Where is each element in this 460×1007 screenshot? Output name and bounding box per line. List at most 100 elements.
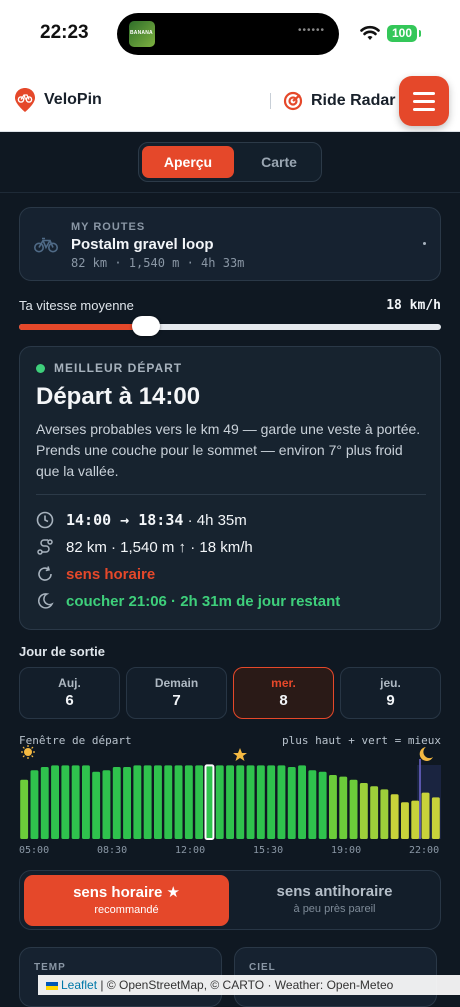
tab-carte[interactable]: Carte <box>233 146 325 178</box>
window-bar[interactable] <box>226 765 234 839</box>
sunset-row: coucher 21:06 · 2h 31m de jour restant <box>36 592 340 610</box>
speed-label: Ta vitesse moyenne <box>19 298 134 313</box>
sunset-moon-icon <box>419 747 433 761</box>
window-bar[interactable] <box>318 771 327 839</box>
day-number: 8 <box>279 692 288 709</box>
direction-toggle: sens horaire ★ recommandé sens antihorai… <box>19 870 441 930</box>
window-bar[interactable] <box>112 767 121 839</box>
window-bar[interactable] <box>277 765 286 839</box>
day-option-tomorrow[interactable]: Demain 7 <box>126 667 227 719</box>
selected-window-bar[interactable] <box>204 764 215 840</box>
best-start-kicker: MEILLEUR DÉPART <box>54 361 183 375</box>
window-bar[interactable] <box>359 783 368 839</box>
leaflet-link[interactable]: Leaflet <box>61 978 97 992</box>
day-option-thursday[interactable]: jeu. 9 <box>340 667 441 719</box>
day-option-today[interactable]: Auj. 6 <box>19 667 120 719</box>
window-bar[interactable] <box>30 770 39 839</box>
menu-icon-bar <box>413 92 435 95</box>
window-bar[interactable] <box>92 771 101 839</box>
window-bar[interactable] <box>380 789 389 839</box>
window-bar[interactable] <box>61 765 70 839</box>
map-attribution: Leaflet | © OpenStreetMap, © CARTO · Wea… <box>38 975 460 995</box>
window-bar[interactable] <box>40 767 49 839</box>
window-bar[interactable] <box>411 800 420 839</box>
route-path-icon <box>37 539 53 555</box>
window-bar[interactable] <box>431 797 440 839</box>
window-bar[interactable] <box>143 765 152 839</box>
window-bar[interactable] <box>349 779 358 839</box>
battery-icon: 100 <box>387 25 421 42</box>
time-row: 14:00 → 18:34 · 4h 35m <box>36 511 247 529</box>
route-selector[interactable]: MY ROUTES Postalm gravel loop 82 km · 1,… <box>19 207 441 281</box>
window-bar[interactable] <box>401 802 409 839</box>
clockwise-option[interactable]: sens horaire ★ recommandé <box>24 875 229 926</box>
view-switcher: Aperçu Carte <box>138 142 322 182</box>
window-bar[interactable] <box>339 776 348 839</box>
tick-label: 19:00 <box>331 845 362 856</box>
menu-icon-bar <box>413 100 435 103</box>
window-bar[interactable] <box>267 765 276 839</box>
speed-slider[interactable] <box>19 316 441 336</box>
window-bar[interactable] <box>215 765 224 839</box>
best-start-description: Averses probables vers le km 49 — garde … <box>36 421 421 479</box>
window-bar[interactable] <box>246 765 255 839</box>
dropdown-dot-icon <box>423 242 426 245</box>
window-bar[interactable] <box>298 765 306 839</box>
window-bar[interactable] <box>174 765 183 839</box>
window-bar[interactable] <box>256 765 265 839</box>
start-window-chart[interactable] <box>19 745 441 845</box>
window-bar[interactable] <box>133 765 142 839</box>
window-bar[interactable] <box>287 767 296 839</box>
window-bar[interactable] <box>329 775 337 839</box>
window-bar[interactable] <box>123 767 131 839</box>
brand-link[interactable]: VeloPin <box>14 87 102 113</box>
ride-duration: · 4h 35m <box>187 512 247 529</box>
tick-label: 05:00 <box>19 845 50 856</box>
day-number: 9 <box>386 692 395 709</box>
counterclockwise-subtitle: à peu près pareil <box>293 903 376 915</box>
best-time-star-icon <box>233 748 247 761</box>
window-bar[interactable] <box>154 765 162 839</box>
day-label: Demain <box>154 676 199 690</box>
tick-label: 15:30 <box>253 845 284 856</box>
counterclockwise-option[interactable]: sens antihoraire à peu près pareil <box>232 875 437 926</box>
start-end-times: 14:00 → 18:34 <box>66 511 184 529</box>
audio-dots-icon: •••••• <box>297 25 325 36</box>
thumbnail-text: BANANA <box>130 30 153 36</box>
window-bar[interactable] <box>184 765 193 839</box>
day-label: Auj. <box>58 676 81 690</box>
menu-icon-bar <box>413 108 435 111</box>
window-bar[interactable] <box>82 765 90 839</box>
tab-apercu[interactable]: Aperçu <box>142 146 234 178</box>
dynamic-island: BANANA •••••• <box>117 13 339 55</box>
wifi-icon <box>360 25 380 40</box>
day-number: 6 <box>65 692 74 709</box>
counterclockwise-title: sens antihoraire <box>276 883 393 900</box>
menu-button[interactable] <box>399 76 449 126</box>
sunrise-icon <box>21 745 35 759</box>
window-bar[interactable] <box>20 779 29 839</box>
window-bar[interactable] <box>421 792 430 839</box>
bike-pin-icon <box>15 88 35 112</box>
bicycle-icon <box>34 237 58 253</box>
clockwise-subtitle: recommandé <box>94 904 159 916</box>
ride-stats: 82 km · 1,540 m ↑ · 18 km/h <box>66 538 253 556</box>
speed-slider-knob[interactable] <box>131 316 160 336</box>
window-bar[interactable] <box>164 765 173 839</box>
ride-radar-link[interactable]: Ride Radar <box>270 91 395 111</box>
tick-label: 12:00 <box>175 845 206 856</box>
window-bar[interactable] <box>102 770 111 839</box>
window-bar[interactable] <box>370 786 379 839</box>
window-bar[interactable] <box>71 765 80 839</box>
clockwise-title: sens horaire ★ <box>73 884 180 901</box>
moon-icon <box>37 593 54 609</box>
refresh-icon <box>38 566 52 581</box>
window-bar[interactable] <box>390 794 399 839</box>
app-header: VeloPin Ride Radar <box>0 72 460 132</box>
window-bar[interactable] <box>195 765 204 839</box>
day-option-wednesday[interactable]: mer. 8 <box>233 667 334 719</box>
window-bar[interactable] <box>236 765 245 839</box>
speed-slider-fill <box>19 324 146 330</box>
window-bar[interactable] <box>308 770 317 839</box>
window-bar[interactable] <box>51 765 59 839</box>
